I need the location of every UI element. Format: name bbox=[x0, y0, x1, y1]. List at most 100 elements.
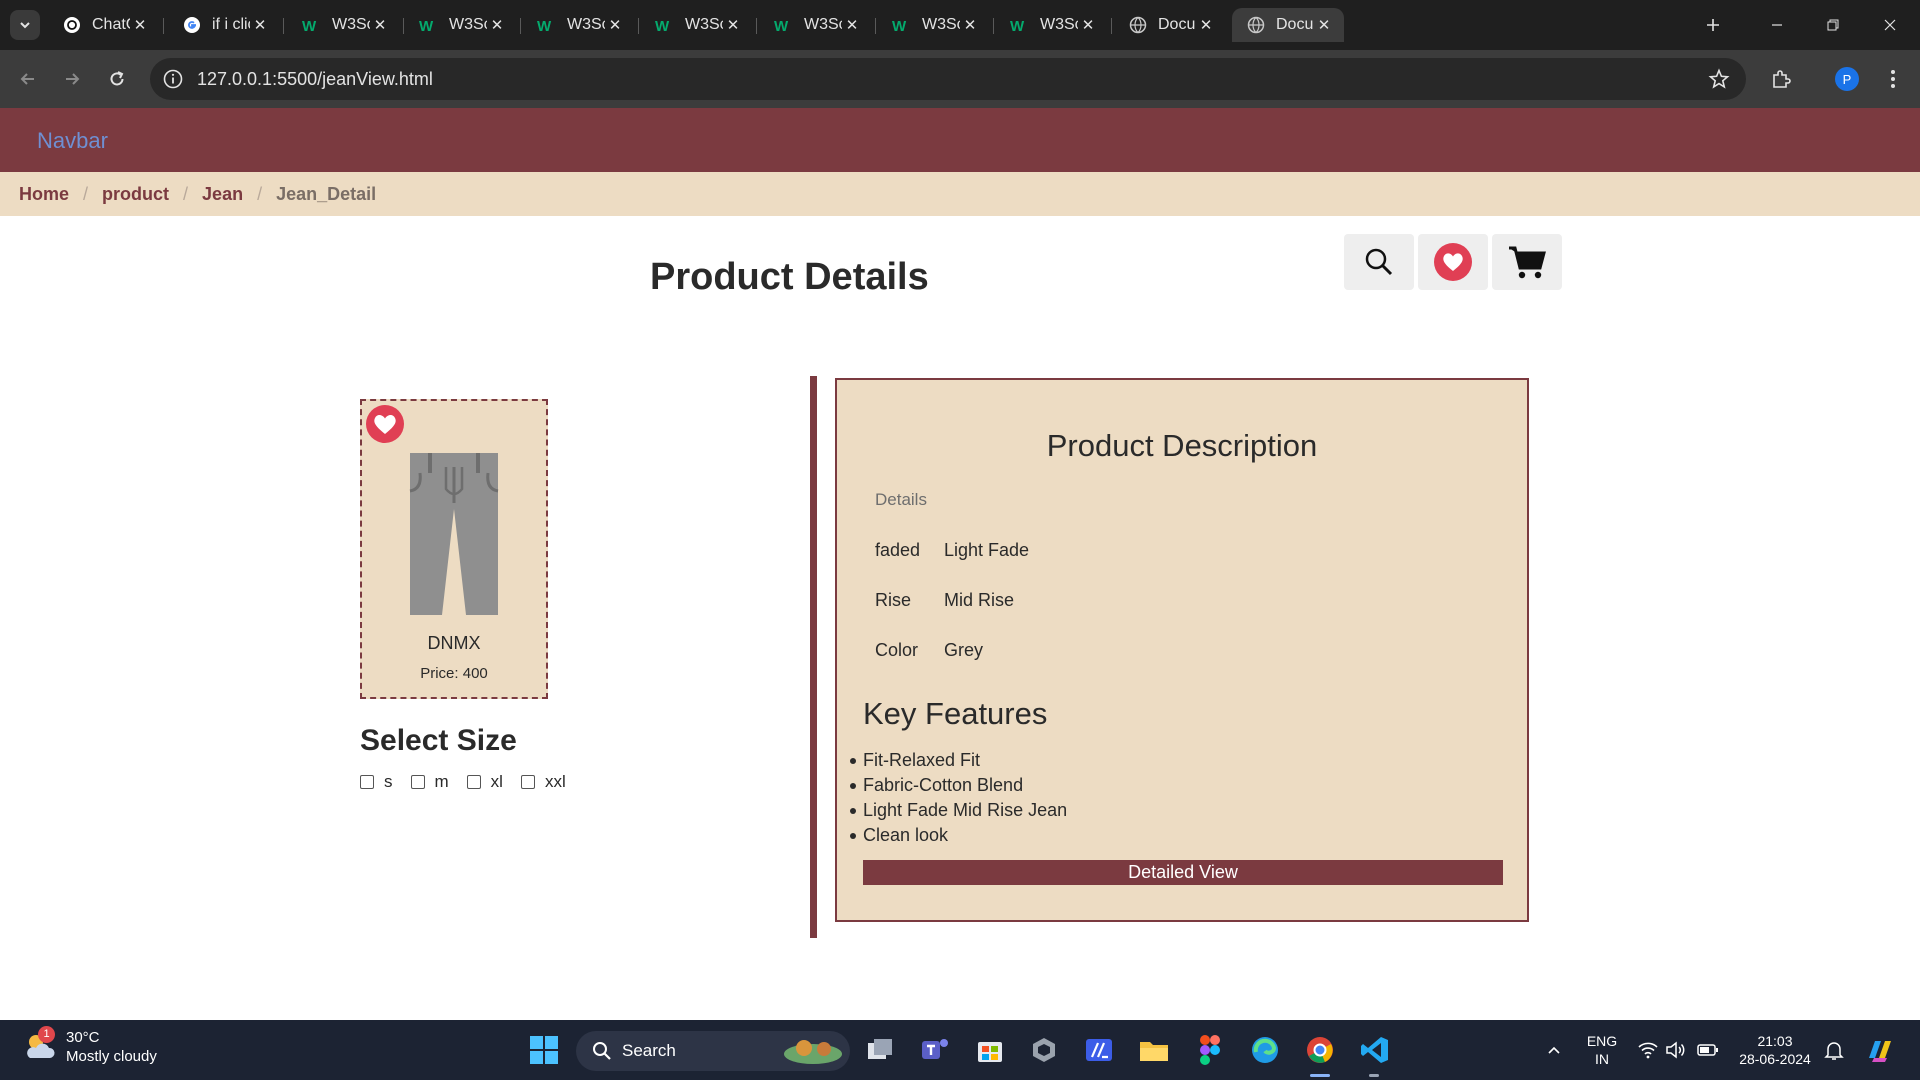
tab-separator bbox=[993, 18, 994, 34]
unity-hub-app[interactable] bbox=[1028, 1034, 1060, 1066]
notifications-button[interactable] bbox=[1818, 1034, 1850, 1066]
w3schools-icon: W bbox=[1010, 15, 1030, 35]
tab-search-dropdown[interactable] bbox=[10, 10, 40, 40]
close-tab-icon[interactable]: ✕ bbox=[1314, 16, 1334, 34]
microsoft-store-app[interactable] bbox=[974, 1034, 1006, 1066]
breadcrumb-item[interactable]: Home bbox=[19, 184, 69, 205]
detail-key: faded bbox=[875, 540, 921, 560]
tab-title: W3Scho bbox=[332, 16, 370, 33]
size-option[interactable]: xxl bbox=[520, 772, 566, 792]
size-checkbox[interactable] bbox=[520, 775, 535, 789]
chrome-app[interactable] bbox=[1304, 1034, 1336, 1066]
browser-tab[interactable]: Docume✕ bbox=[1114, 8, 1226, 42]
browser-tab[interactable]: W W3Scho✕ bbox=[760, 8, 872, 42]
extensions-button[interactable] bbox=[1766, 64, 1796, 94]
url-text[interactable]: 127.0.0.1:5500/jeanView.html bbox=[197, 69, 433, 90]
wishlist-button[interactable] bbox=[1418, 234, 1488, 290]
size-option[interactable]: s bbox=[360, 772, 393, 792]
region-code: IN bbox=[1595, 1051, 1609, 1067]
close-tab-icon[interactable]: ✕ bbox=[250, 16, 270, 34]
file-explorer-app[interactable] bbox=[1138, 1034, 1170, 1066]
svg-text:W: W bbox=[1010, 18, 1025, 33]
battery-status[interactable] bbox=[1692, 1034, 1724, 1066]
size-checkbox[interactable] bbox=[410, 775, 425, 789]
breadcrumb-item[interactable]: product bbox=[102, 184, 169, 205]
tab-separator bbox=[163, 18, 164, 34]
vscode-app[interactable] bbox=[1359, 1034, 1391, 1066]
profile-button[interactable]: P bbox=[1832, 64, 1862, 94]
volume-status[interactable] bbox=[1660, 1034, 1692, 1066]
close-tab-icon[interactable]: ✕ bbox=[370, 16, 390, 34]
forward-button[interactable] bbox=[57, 64, 87, 94]
card-wishlist-button[interactable] bbox=[366, 405, 404, 443]
browser-tab[interactable]: W W3Scho✕ bbox=[641, 8, 753, 42]
minimize-button[interactable] bbox=[1757, 10, 1797, 40]
language-indicator[interactable]: ENG IN bbox=[1582, 1032, 1622, 1068]
browser-tab[interactable]: W W3Scho✕ bbox=[405, 8, 517, 42]
svg-text:W: W bbox=[892, 18, 907, 33]
browser-tab[interactable]: Docume✕ bbox=[1232, 8, 1344, 42]
breadcrumb-item[interactable]: Jean bbox=[202, 184, 243, 205]
browser-tab[interactable]: W W3Scho✕ bbox=[288, 8, 400, 42]
close-window-button[interactable] bbox=[1870, 10, 1910, 40]
browser-tab[interactable]: W W3Scho✕ bbox=[996, 8, 1108, 42]
address-bar[interactable]: 127.0.0.1:5500/jeanView.html bbox=[150, 58, 1746, 100]
close-tab-icon[interactable]: ✕ bbox=[842, 16, 862, 34]
browser-tab[interactable]: W W3Scho✕ bbox=[878, 8, 990, 42]
show-hidden-icons-button[interactable] bbox=[1538, 1034, 1570, 1066]
size-option[interactable]: m bbox=[410, 772, 449, 792]
close-tab-icon[interactable]: ✕ bbox=[1078, 16, 1098, 34]
chrome-icon bbox=[1307, 1037, 1333, 1063]
browser-tab[interactable]: ChatGPT✕ bbox=[48, 8, 160, 42]
size-checkbox[interactable] bbox=[360, 775, 374, 789]
close-tab-icon[interactable]: ✕ bbox=[723, 16, 743, 34]
bookmark-star-icon[interactable] bbox=[1708, 68, 1730, 90]
browser-menu-button[interactable] bbox=[1878, 64, 1908, 94]
edge-app[interactable] bbox=[1249, 1034, 1281, 1066]
detailed-view-button[interactable]: Detailed View bbox=[863, 860, 1503, 885]
figma-app[interactable] bbox=[1194, 1034, 1226, 1066]
taskbar-search[interactable]: Search bbox=[576, 1031, 850, 1071]
tab-title: Docume bbox=[1276, 16, 1314, 33]
site-info-icon[interactable] bbox=[162, 68, 184, 90]
vertical-divider bbox=[810, 376, 817, 938]
w3schools-icon: W bbox=[655, 15, 675, 35]
arrow-right-icon bbox=[66, 73, 80, 85]
close-tab-icon[interactable]: ✕ bbox=[960, 16, 980, 34]
start-button[interactable] bbox=[528, 1034, 560, 1066]
globe-icon bbox=[1246, 15, 1266, 35]
teams-app[interactable] bbox=[919, 1034, 951, 1066]
navbar-brand[interactable]: Navbar bbox=[37, 128, 108, 154]
search-button[interactable] bbox=[1344, 234, 1414, 290]
feature-item: Fabric-Cotton Blend bbox=[849, 773, 1067, 798]
cart-button[interactable] bbox=[1492, 234, 1562, 290]
clock[interactable]: 21:03 28-06-2024 bbox=[1732, 1032, 1818, 1068]
close-tab-icon[interactable]: ✕ bbox=[130, 16, 150, 34]
back-button[interactable] bbox=[13, 64, 43, 94]
tab-title: W3Scho bbox=[922, 16, 960, 33]
chatgpt-icon bbox=[62, 15, 82, 35]
weather-widget[interactable]: 1 30°C Mostly cloudy bbox=[22, 1026, 157, 1066]
figma-icon bbox=[1200, 1035, 1220, 1065]
browser-tab[interactable]: if i click✕ bbox=[168, 8, 280, 42]
copilot-button[interactable] bbox=[1864, 1034, 1896, 1066]
tab-separator bbox=[403, 18, 404, 34]
heart-icon bbox=[374, 415, 396, 434]
editor-app[interactable] bbox=[1083, 1034, 1115, 1066]
reload-button[interactable] bbox=[102, 64, 132, 94]
detail-value: Light Fade bbox=[944, 540, 1030, 560]
browser-tab[interactable]: W W3Scho✕ bbox=[523, 8, 635, 42]
detail-row: faded Light Fade bbox=[875, 540, 1029, 561]
close-tab-icon[interactable]: ✕ bbox=[487, 16, 507, 34]
product-card[interactable]: DNMX Price: 400 bbox=[360, 399, 548, 699]
search-icon bbox=[593, 1042, 611, 1060]
close-tab-icon[interactable]: ✕ bbox=[1196, 16, 1216, 34]
language-code: ENG bbox=[1586, 1033, 1618, 1049]
cube-icon bbox=[1033, 1038, 1055, 1062]
restore-button[interactable] bbox=[1813, 10, 1853, 40]
size-option[interactable]: xl bbox=[466, 772, 503, 792]
task-view-button[interactable] bbox=[864, 1034, 896, 1066]
w3schools-icon: W bbox=[302, 15, 322, 35]
close-tab-icon[interactable]: ✕ bbox=[605, 16, 625, 34]
size-checkbox[interactable] bbox=[466, 775, 481, 789]
